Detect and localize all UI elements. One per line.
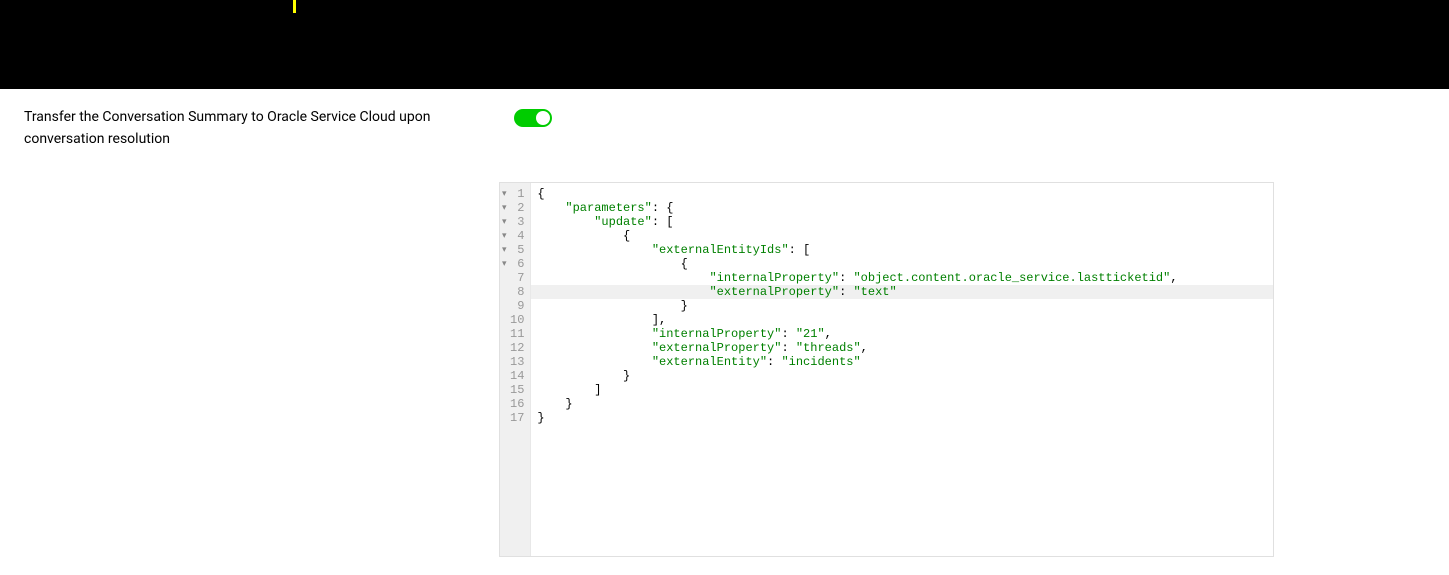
code-line[interactable]: "externalEntity": "incidents" xyxy=(531,355,1273,369)
code-line[interactable]: ], xyxy=(531,313,1273,327)
code-line[interactable]: { xyxy=(531,229,1273,243)
code-line[interactable]: } xyxy=(531,369,1273,383)
setting-row: Transfer the Conversation Summary to Ora… xyxy=(24,107,1425,150)
transfer-summary-toggle[interactable] xyxy=(514,109,552,127)
setting-label: Transfer the Conversation Summary to Ora… xyxy=(24,107,474,150)
code-line[interactable]: "externalEntityIds": [ xyxy=(531,243,1273,257)
code-line[interactable]: "internalProperty": "object.content.orac… xyxy=(531,271,1273,285)
gutter-line: ▾2 xyxy=(500,201,530,215)
gutter-line: 11 xyxy=(500,327,530,341)
code-line[interactable]: "externalProperty": "threads", xyxy=(531,341,1273,355)
fold-marker-icon[interactable]: ▾ xyxy=(502,215,507,229)
code-line[interactable]: "update": [ xyxy=(531,215,1273,229)
gutter-line: 13 xyxy=(500,355,530,369)
code-line[interactable]: "parameters": { xyxy=(531,201,1273,215)
gutter-line: ▾5 xyxy=(500,243,530,257)
fold-marker-icon[interactable]: ▾ xyxy=(502,201,507,215)
code-line[interactable]: } xyxy=(531,299,1273,313)
code-line[interactable]: } xyxy=(531,397,1273,411)
top-bar xyxy=(0,0,1449,89)
editor-gutter: ▾1▾2▾3▾4▾5▾67891011121314151617 xyxy=(500,183,531,556)
text-cursor-mark xyxy=(293,0,296,13)
gutter-line: 17 xyxy=(500,411,530,425)
content-area: Transfer the Conversation Summary to Ora… xyxy=(0,89,1449,575)
fold-marker-icon[interactable]: ▾ xyxy=(502,257,507,271)
code-line[interactable]: "externalProperty": "text" xyxy=(531,285,1273,299)
editor-code-area[interactable]: {"parameters": { "update": [ { "external… xyxy=(531,183,1273,556)
code-line[interactable]: "internalProperty": "21", xyxy=(531,327,1273,341)
gutter-line: ▾6 xyxy=(500,257,530,271)
gutter-line: 7 xyxy=(500,271,530,285)
code-line[interactable]: } xyxy=(531,411,1273,425)
code-line[interactable]: { xyxy=(531,187,1273,201)
fold-marker-icon[interactable]: ▾ xyxy=(502,187,507,201)
gutter-line: ▾1 xyxy=(500,187,530,201)
code-editor[interactable]: ▾1▾2▾3▾4▾5▾67891011121314151617 {"parame… xyxy=(499,182,1274,557)
gutter-line: ▾3 xyxy=(500,215,530,229)
gutter-line: 16 xyxy=(500,397,530,411)
gutter-line: 14 xyxy=(500,369,530,383)
gutter-line: 12 xyxy=(500,341,530,355)
gutter-line: 8 xyxy=(500,285,530,299)
fold-marker-icon[interactable]: ▾ xyxy=(502,243,507,257)
code-line[interactable]: { xyxy=(531,257,1273,271)
gutter-line: 10 xyxy=(500,313,530,327)
fold-marker-icon[interactable]: ▾ xyxy=(502,229,507,243)
code-line[interactable]: ] xyxy=(531,383,1273,397)
toggle-knob xyxy=(536,111,550,125)
gutter-line: 15 xyxy=(500,383,530,397)
gutter-line: ▾4 xyxy=(500,229,530,243)
gutter-line: 9 xyxy=(500,299,530,313)
